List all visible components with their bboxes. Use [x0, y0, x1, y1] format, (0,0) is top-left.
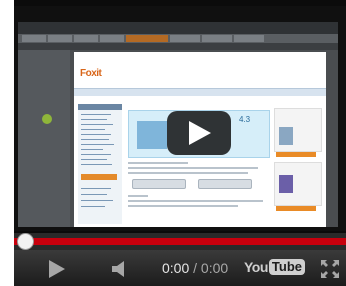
seek-track[interactable] [14, 238, 346, 245]
frame-address-bar [18, 43, 338, 50]
video-player[interactable]: Foxit 4.3 0:00 / 0:00 You Tube [14, 0, 346, 286]
volume-button[interactable] [108, 258, 132, 280]
fullscreen-icon [321, 260, 339, 278]
frame-left-nav [78, 104, 122, 224]
play-icon [49, 260, 65, 278]
time-separator: / [193, 260, 198, 276]
frame-brand-logo: Foxit [80, 68, 102, 79]
frame-banner-version: 4.3 [239, 115, 251, 124]
time-display: 0:00 / 0:00 [162, 260, 228, 276]
frame-browser-tabs [18, 34, 338, 43]
seek-handle[interactable] [17, 233, 34, 250]
youtube-logo-button[interactable]: You Tube [244, 258, 305, 276]
fullscreen-button[interactable] [320, 259, 340, 279]
frame-window-titlebar [18, 22, 338, 34]
current-time: 0:00 [162, 260, 190, 276]
control-bar: 0:00 / 0:00 You Tube [14, 250, 346, 286]
frame-side-strip [18, 50, 70, 227]
frame-nav-bar [74, 88, 326, 96]
youtube-logo-you: You [244, 259, 268, 275]
seek-bar[interactable] [14, 233, 346, 250]
frame-right-column [274, 104, 322, 224]
video-area[interactable]: Foxit 4.3 [14, 6, 346, 231]
volume-icon [112, 261, 124, 277]
play-button[interactable] [44, 258, 68, 280]
big-play-icon [189, 121, 211, 145]
duration: 0:00 [200, 260, 229, 276]
youtube-logo-tube: Tube [268, 259, 305, 275]
big-play-button[interactable] [167, 111, 231, 155]
frame-product-boxes [137, 121, 167, 149]
frame-cursor-icon [42, 114, 52, 124]
